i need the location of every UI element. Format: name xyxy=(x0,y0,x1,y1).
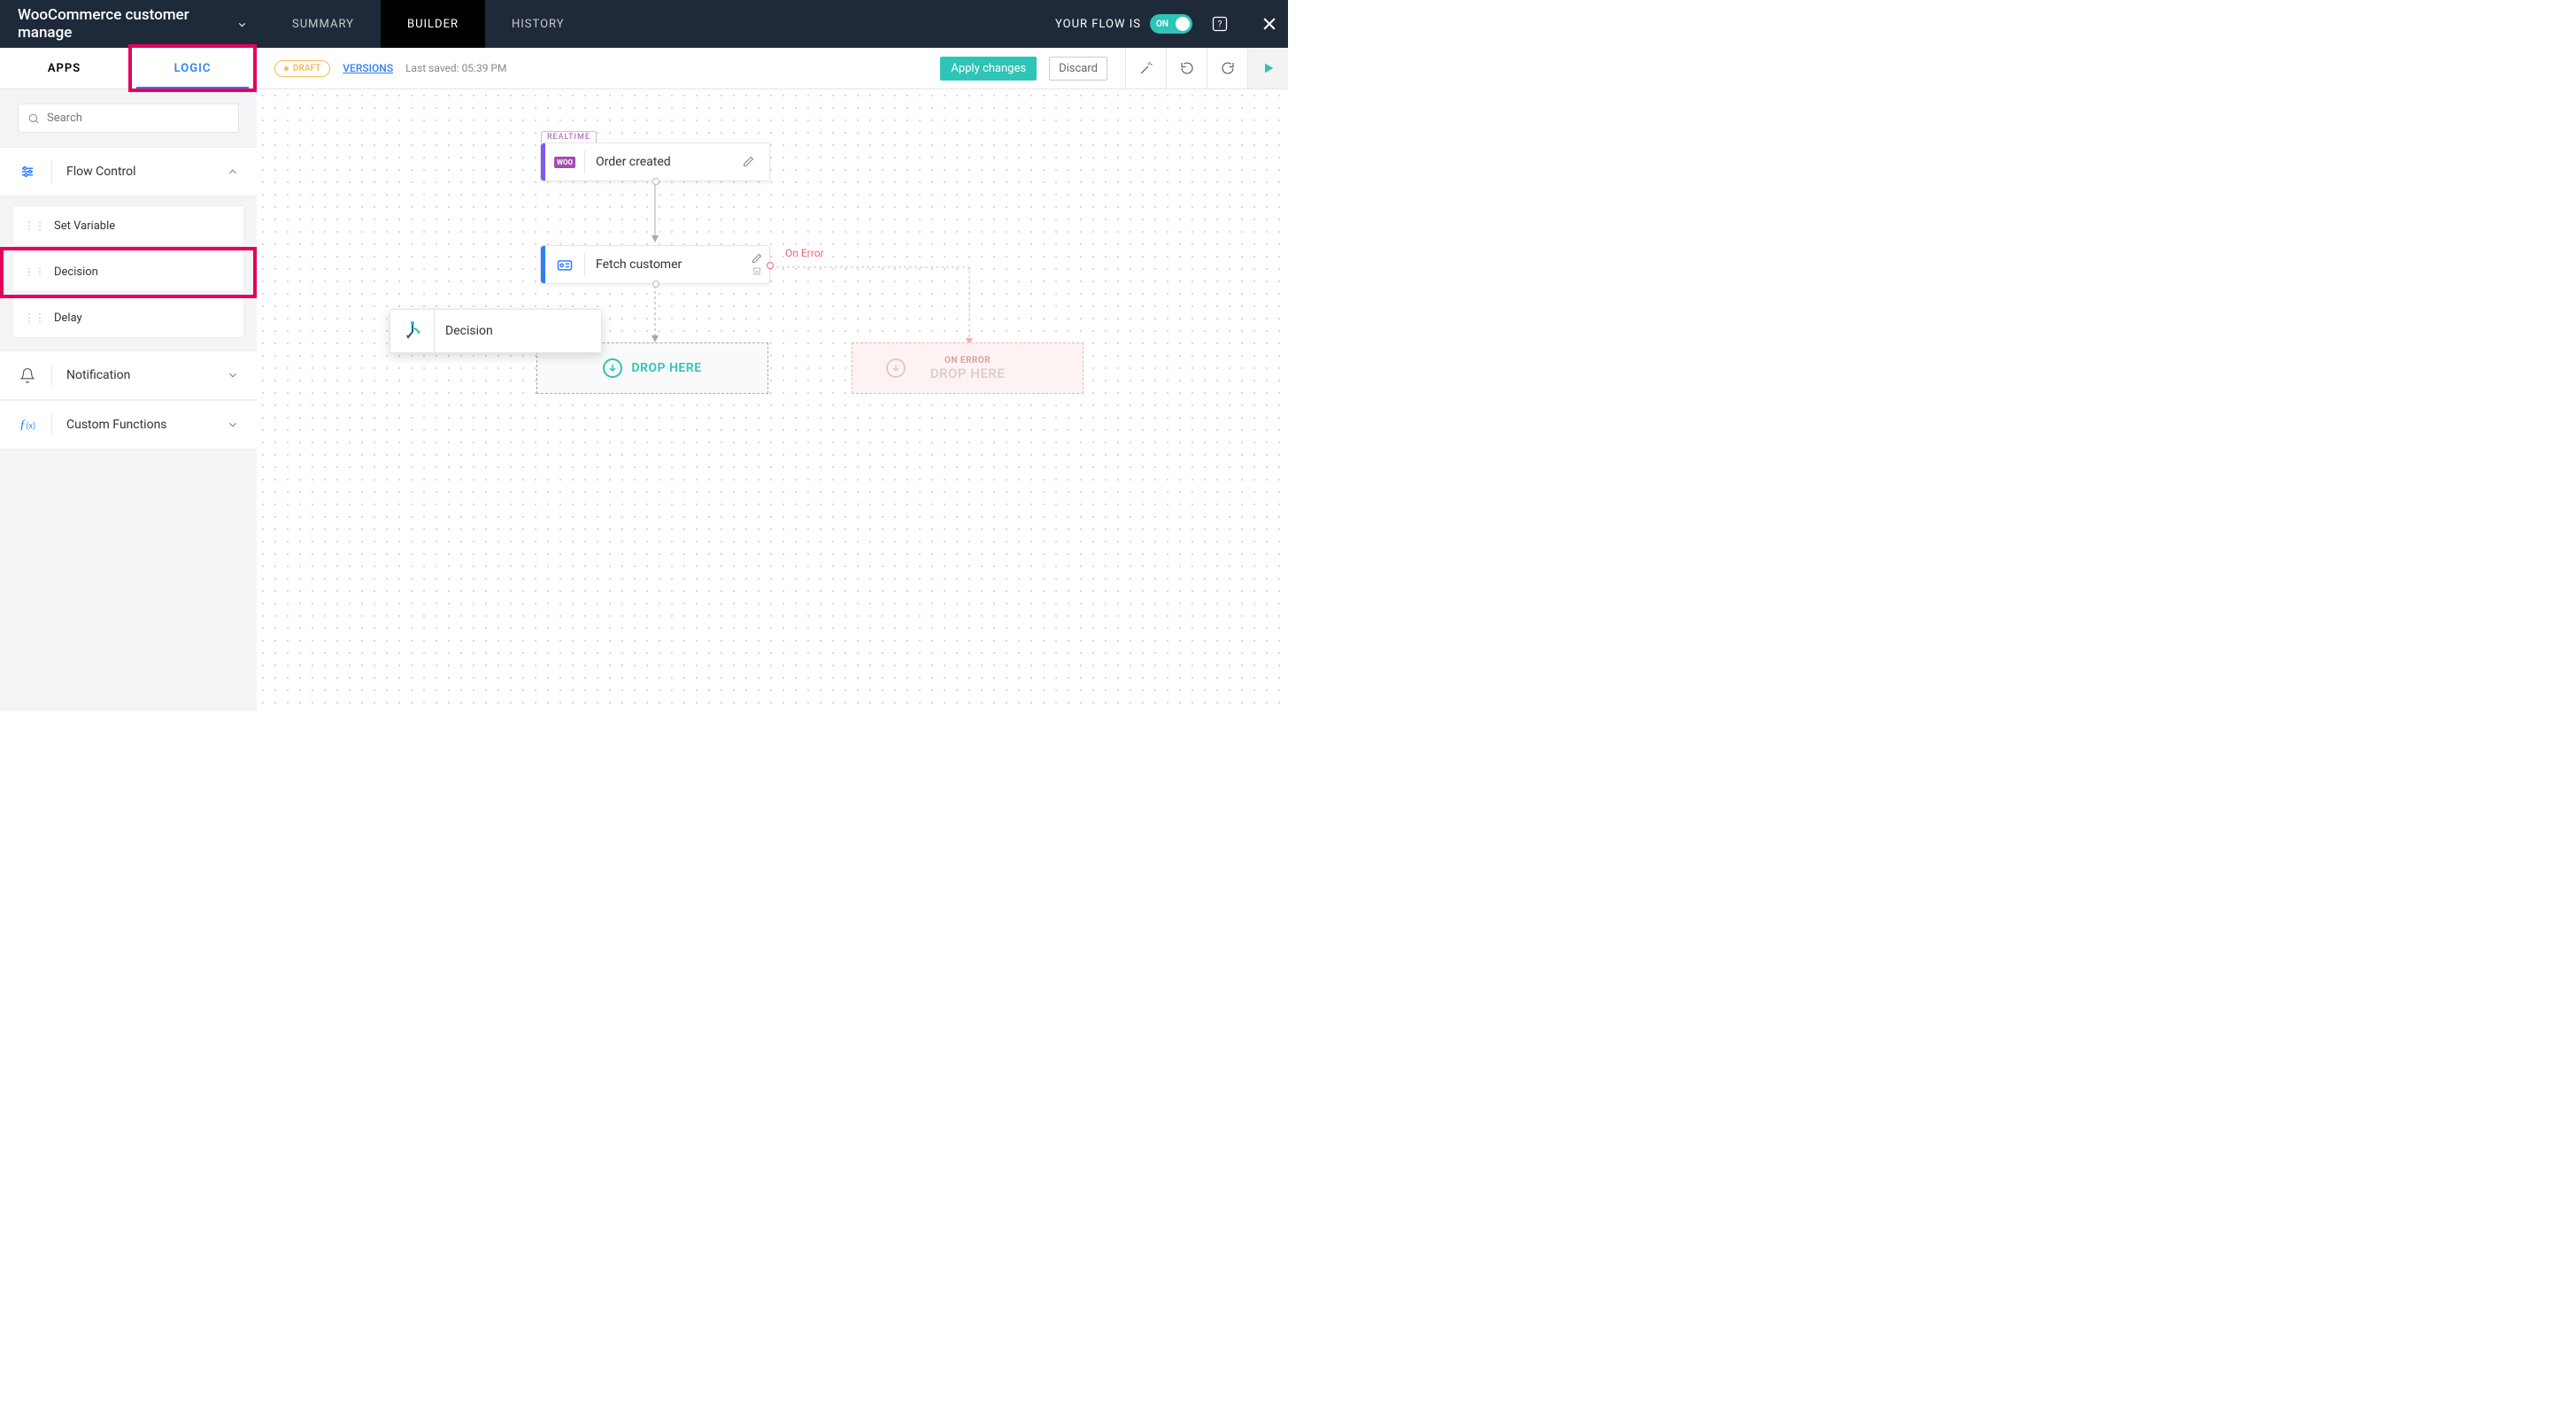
flow-canvas[interactable]: REALTIME WOO Order created Fetch custome… xyxy=(257,89,1288,712)
pencil-icon[interactable] xyxy=(752,253,762,264)
discard-button[interactable]: Discard xyxy=(1049,57,1107,81)
close-icon xyxy=(1261,15,1278,33)
flow-status: YOUR FLOW IS ON ? xyxy=(1055,0,1251,48)
sidebar-tabs: APPS LOGIC xyxy=(0,48,257,88)
node-label: Order created xyxy=(585,155,743,169)
last-saved-text: Last saved: 05:39 PM xyxy=(405,62,506,74)
category-items: ⋮⋮ Set Variable ⋮⋮ Decision ⋮⋮ Delay xyxy=(0,205,257,338)
topbar: WooCommerce customer manage SUMMARY BUIL… xyxy=(0,0,1288,48)
connector-dot-error[interactable] xyxy=(767,262,774,269)
flow-name-text: WooCommerce customer manage xyxy=(18,6,231,42)
chevron-down-icon xyxy=(236,19,248,31)
redo-icon xyxy=(1220,60,1236,76)
realtime-tag: REALTIME xyxy=(541,131,597,142)
arrow-down-icon xyxy=(891,363,901,373)
redo-button[interactable] xyxy=(1207,48,1247,88)
play-icon xyxy=(1261,61,1276,75)
draft-badge: DRAFT xyxy=(274,60,330,77)
chevron-up-icon xyxy=(227,165,239,178)
item-delay[interactable]: ⋮⋮ Delay xyxy=(12,297,244,338)
node-order-created[interactable]: REALTIME WOO Order created xyxy=(540,142,770,181)
trash-icon[interactable] xyxy=(752,265,762,276)
error-drop-label: DROP HERE xyxy=(930,365,1006,381)
drop-label: DROP HERE xyxy=(631,361,701,375)
magic-wand-button[interactable] xyxy=(1125,48,1166,88)
arrow-down-icon xyxy=(607,363,618,373)
versions-link[interactable]: VERSIONS xyxy=(343,62,393,74)
sidebar-panel: Flow Control ⋮⋮ Set Variable ⋮⋮ Decision… xyxy=(0,89,257,712)
magic-wand-icon xyxy=(1139,61,1153,75)
fx-icon: ƒ(x) xyxy=(19,418,35,433)
flow-toggle[interactable]: ON xyxy=(1150,14,1192,34)
search-icon xyxy=(27,112,40,125)
item-label: Delay xyxy=(54,312,82,325)
category-label: Custom Functions xyxy=(66,418,212,432)
item-set-variable[interactable]: ⋮⋮ Set Variable xyxy=(12,205,244,246)
apply-changes-button[interactable]: Apply changes xyxy=(940,57,1037,81)
bell-icon xyxy=(19,367,35,383)
toggle-label: ON xyxy=(1150,19,1168,29)
close-button[interactable] xyxy=(1251,0,1288,48)
category-label: Notification xyxy=(66,368,212,382)
drag-handle-icon: ⋮⋮ xyxy=(24,219,45,232)
node-label: Fetch customer xyxy=(585,258,752,272)
on-error-label: On Error xyxy=(785,247,824,259)
help-icon: ? xyxy=(1211,15,1229,33)
category-flow-control[interactable]: Flow Control xyxy=(0,147,257,196)
category-custom-functions[interactable]: ƒ(x) Custom Functions xyxy=(0,400,257,450)
chevron-down-icon xyxy=(227,419,239,431)
drag-handle-icon: ⋮⋮ xyxy=(24,265,45,278)
undo-button[interactable] xyxy=(1166,48,1207,88)
item-decision[interactable]: ⋮⋮ Decision xyxy=(12,251,244,292)
flow-control-icon xyxy=(19,164,35,180)
chevron-down-icon xyxy=(227,369,239,381)
item-label: Decision xyxy=(54,265,98,279)
fetch-icon xyxy=(556,256,574,273)
decision-icon xyxy=(402,320,423,342)
sidebar-tab-apps[interactable]: APPS xyxy=(0,48,128,88)
builder-toolbar: APPS LOGIC DRAFT VERSIONS Last saved: 05… xyxy=(0,48,1288,89)
tab-builder[interactable]: BUILDER xyxy=(381,0,485,48)
edit-node-button[interactable] xyxy=(743,154,769,171)
tab-summary[interactable]: SUMMARY xyxy=(266,0,381,48)
pencil-icon xyxy=(743,156,754,167)
connector-dot[interactable] xyxy=(652,281,659,288)
drag-handle-icon: ⋮⋮ xyxy=(24,312,45,324)
search-input[interactable] xyxy=(47,112,229,125)
flow-status-label: YOUR FLOW IS xyxy=(1055,18,1141,31)
flow-name-selector[interactable]: WooCommerce customer manage xyxy=(0,6,266,42)
run-button[interactable] xyxy=(1247,48,1288,88)
woocommerce-icon: WOO xyxy=(554,157,575,168)
category-notification[interactable]: Notification xyxy=(0,350,257,400)
undo-icon xyxy=(1179,60,1195,76)
toggle-knob xyxy=(1176,17,1190,31)
ghost-label: Decision xyxy=(435,324,493,338)
help-button[interactable]: ? xyxy=(1201,0,1238,48)
error-title: ON ERROR xyxy=(945,356,991,365)
drag-ghost-decision: Decision xyxy=(389,309,602,353)
tab-history[interactable]: HISTORY xyxy=(485,0,591,48)
search-box[interactable] xyxy=(18,104,239,133)
category-label: Flow Control xyxy=(66,165,212,179)
toolbar-main: DRAFT VERSIONS Last saved: 05:39 PM Appl… xyxy=(257,48,1125,88)
item-label: Set Variable xyxy=(54,219,115,233)
node-fetch-customer[interactable]: Fetch customer xyxy=(540,245,770,284)
connector-dot[interactable] xyxy=(652,178,659,185)
sidebar-tab-logic[interactable]: LOGIC xyxy=(128,48,257,88)
drop-zone-error[interactable]: ON ERROR DROP HERE xyxy=(852,342,1084,394)
svg-text:?: ? xyxy=(1218,19,1222,29)
main-tabs: SUMMARY BUILDER HISTORY xyxy=(266,0,591,48)
